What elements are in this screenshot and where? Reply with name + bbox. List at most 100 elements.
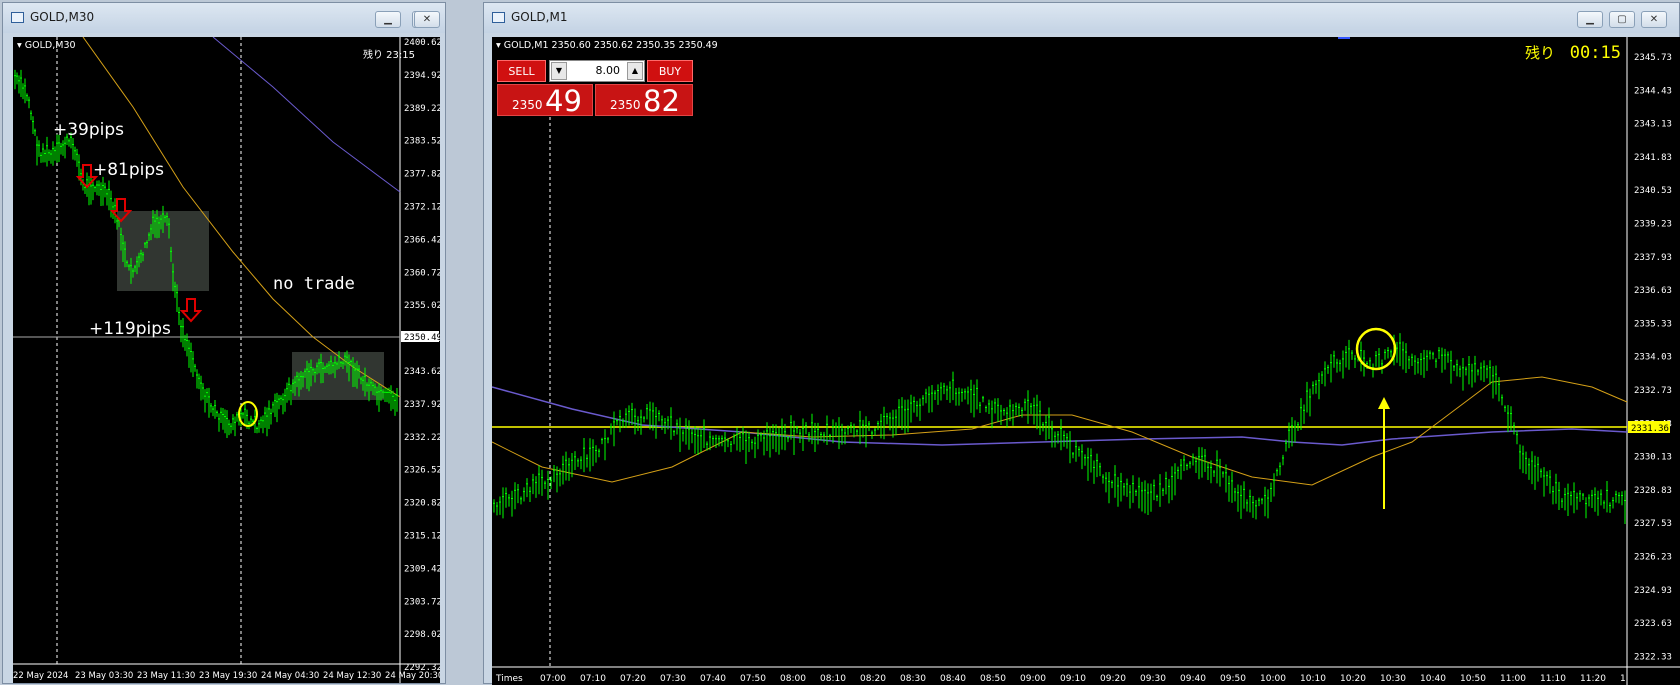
price-tick-label: 2323.63 (1634, 619, 1672, 629)
lot-size-value[interactable]: 8.00 (596, 64, 621, 77)
price-tick-label: 2324.93 (1634, 586, 1672, 596)
price-tick-label: 2340.53 (1634, 186, 1672, 196)
price-tick-label: 2332.22 (404, 433, 440, 443)
time-tick-label: 11:00 (1500, 674, 1526, 684)
left-remaining-time: 残り 23:15 (363, 50, 415, 61)
price-tick-label: 2345.73 (1634, 53, 1672, 63)
time-tick-label: 07:00 (540, 674, 566, 684)
price-tick-label: 2326.52 (404, 466, 440, 476)
price-tick-label: 2309.42 (404, 564, 440, 574)
left-chart-header: ▾ GOLD,M30 (17, 40, 76, 51)
time-tick-label: 09:40 (1180, 674, 1206, 684)
range-box (292, 352, 384, 400)
price-tick-label: 2335.33 (1634, 319, 1672, 329)
price-tick-label: 2330.13 (1634, 453, 1672, 463)
level-price-label: 2331.36 (1631, 424, 1669, 434)
time-tick-label: 11:20 (1580, 674, 1606, 684)
price-tick-label: 2303.72 (404, 597, 440, 607)
time-tick-label: Times (495, 674, 523, 684)
maximize-icon: ▢ (1617, 14, 1627, 25)
time-tick-label: 23 May 11:30 (137, 671, 195, 681)
minimize-icon: ▁ (1586, 14, 1594, 25)
price-tick-label: 2328.83 (1634, 486, 1672, 496)
sell-price-prefix: 2350 (512, 98, 543, 112)
maximize-button[interactable]: ▢ (1609, 11, 1635, 28)
price-tick-label: 2343.62 (404, 367, 440, 377)
time-tick-label: 23 May 19:30 (199, 671, 257, 681)
sell-price-pips: 49 (545, 84, 582, 118)
annotation-pips: +81pips (93, 160, 164, 180)
right-chart-area[interactable]: 2345.73 2344.43 2343.13 2341.83 2340.53 2339.… (492, 37, 1680, 685)
time-tick-label: 07:20 (620, 674, 646, 684)
left-chart-window[interactable]: GOLD,M30 ▁ ▢ ✕ 2400.622394.922389.222383… (2, 2, 446, 684)
price-tick-label: 2377.82 (404, 170, 440, 180)
lot-decrease-button[interactable]: ▼ (551, 62, 567, 80)
price-tick-label: 2343.13 (1634, 120, 1672, 130)
window-icon (492, 12, 505, 23)
time-tick-label: 08:00 (780, 674, 806, 684)
left-chart-area[interactable]: 2400.62 2394.92 2389.22 2383.52 2377.82 2372.… (13, 37, 440, 683)
time-tick-label: 24 May 20:30 (385, 671, 440, 681)
close-icon: ✕ (1649, 14, 1659, 25)
annotation-pips: +39pips (53, 120, 124, 140)
minimize-icon: ▁ (384, 14, 392, 25)
right-remaining: 残り 00:15 (1525, 42, 1621, 63)
time-tick-label: 10:00 (1260, 674, 1286, 684)
close-button[interactable]: ✕ (1641, 11, 1667, 28)
time-tick-label: 09:50 (1220, 674, 1246, 684)
price-tick-label: 2355.02 (404, 301, 440, 311)
buy-price-prefix: 2350 (610, 98, 641, 112)
time-tick-label: 10:10 (1300, 674, 1326, 684)
time-tick-label: 22 May 2024 (13, 671, 68, 681)
time-tick-label: 08:20 (860, 674, 886, 684)
time-tick-label: 24 May 04:30 (261, 671, 319, 681)
price-tick-label: 2344.43 (1634, 86, 1672, 96)
right-chart-window[interactable]: GOLD,M1 ▁ ▢ ✕ 2345.73 2344.43 2343.13 2341.… (483, 2, 1680, 685)
buy-price-button[interactable]: 2350 82 (595, 84, 693, 118)
ma-fast-line (492, 376, 1628, 486)
time-tick-label: 07:10 (580, 674, 606, 684)
annotation-pips: +119pips (89, 319, 171, 339)
price-tick-label: 2372.12 (404, 203, 440, 213)
time-tick-label: 10:50 (1460, 674, 1486, 684)
lot-increase-button[interactable]: ▲ (627, 62, 643, 80)
right-chart-svg: 2345.73 2344.43 2343.13 2341.83 2340.53 2339.… (492, 37, 1680, 685)
remaining-label: 残り (1525, 44, 1556, 62)
sell-price-button[interactable]: 2350 49 (497, 84, 593, 118)
price-tick-label: 2389.22 (404, 104, 440, 114)
left-close-button[interactable]: ✕ (414, 11, 440, 28)
price-tick-label: 2327.53 (1634, 519, 1672, 529)
time-tick-label: 23 May 03:30 (75, 671, 133, 681)
current-price-label: 2350.49 (404, 333, 440, 343)
sell-button[interactable]: SELL (497, 60, 546, 82)
price-tick-label: 2320.82 (404, 499, 440, 509)
time-tick-label: 09:20 (1100, 674, 1126, 684)
minimize-button[interactable]: ▁ (375, 11, 401, 28)
chevron-down-icon: ▼ (555, 66, 563, 75)
time-tick-label: 07:30 (660, 674, 686, 684)
price-tick-label: 2394.92 (404, 71, 440, 81)
right-titlebar[interactable]: GOLD,M1 ▁ ▢ ✕ (484, 3, 1679, 33)
left-chart-svg: 2400.622394.922389.222383.522377.822372.… (13, 37, 440, 683)
down-arrow-icon (179, 298, 203, 323)
price-tick-label: 2383.52 (404, 137, 440, 147)
window-icon (11, 12, 24, 23)
time-tick-label: 09:00 (1020, 674, 1046, 684)
right-chart-header: ▾ GOLD,M1 2350.60 2350.62 2350.35 2350.4… (496, 40, 718, 51)
buy-button[interactable]: BUY (647, 60, 693, 82)
price-tick-label: 2341.83 (1634, 153, 1672, 163)
lot-size-field[interactable]: ▼ 8.00 ▲ (549, 60, 645, 82)
one-click-trading-panel[interactable]: SELL ▼ 8.00 ▲ BUY 2350 49 2350 82 (497, 58, 693, 118)
buy-price-pips: 82 (643, 84, 680, 118)
minimize-button[interactable]: ▁ (1577, 11, 1603, 28)
up-arrow-icon (1378, 397, 1390, 409)
price-tick-label: 2366.42 (404, 235, 440, 245)
price-tick-label: 2339.23 (1634, 220, 1672, 230)
time-tick-label: 09:10 (1060, 674, 1086, 684)
price-tick-label: 2326.23 (1634, 553, 1672, 563)
remaining-time: 00:15 (1569, 43, 1621, 63)
left-titlebar[interactable]: GOLD,M30 ▁ ▢ (3, 3, 445, 33)
price-tick-label: 2322.33 (1634, 652, 1672, 662)
price-tick-label: 2337.93 (1634, 253, 1672, 263)
time-tick-label: 24 May 12:30 (323, 671, 381, 681)
